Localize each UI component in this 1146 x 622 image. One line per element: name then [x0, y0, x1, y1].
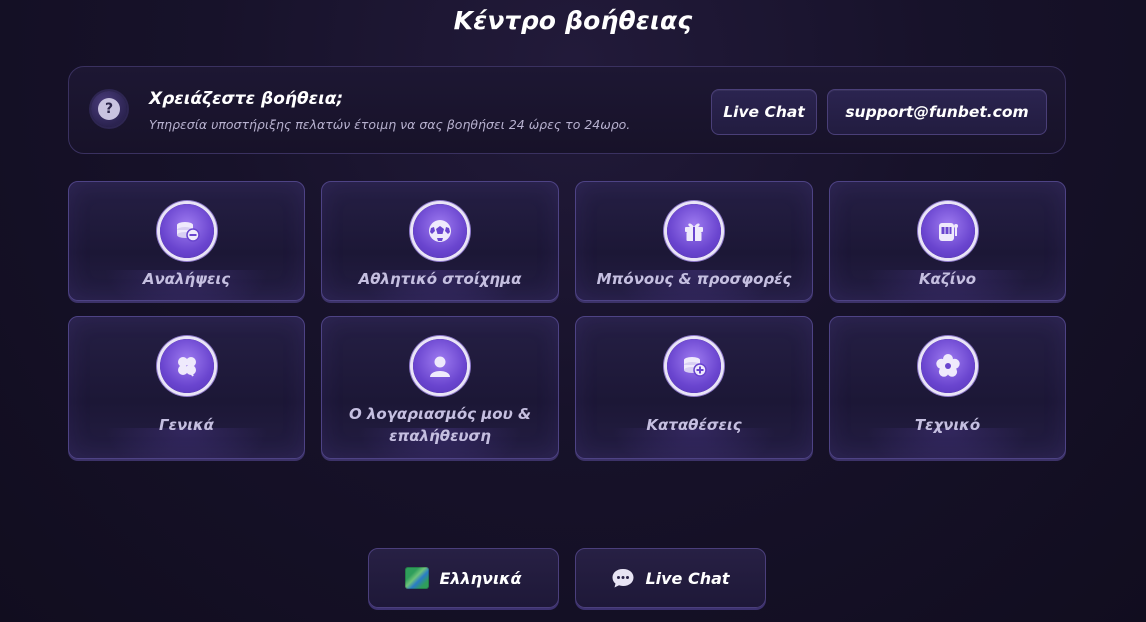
question-icon: ?: [91, 91, 127, 127]
language-button[interactable]: Ελληνικά: [368, 548, 559, 608]
category-label: Καταθέσεις: [646, 416, 742, 434]
category-casino[interactable]: Καζίνο: [829, 181, 1066, 301]
category-general[interactable]: Γενικά: [68, 316, 305, 459]
category-deposits[interactable]: Καταθέσεις: [575, 316, 813, 459]
page-title: Κέντρο βοήθειας: [453, 6, 693, 35]
support-email-button[interactable]: support@funbet.com: [827, 89, 1047, 135]
help-banner: ? Χρειάζεστε βοήθεια; Υπηρεσία υποστήριξ…: [68, 66, 1066, 154]
coins-minus-icon: [159, 204, 214, 258]
category-label: Μπόνους & προσφορές: [596, 270, 792, 288]
live-chat-label: Live Chat: [645, 568, 730, 588]
footer-live-chat-button[interactable]: Live Chat: [575, 548, 766, 608]
category-label: Αναλήψεις: [142, 270, 231, 288]
category-withdrawals[interactable]: Αναλήψεις: [68, 181, 305, 301]
category-account-verification[interactable]: Ο λογαριασμός μου & επαλήθευση: [321, 316, 559, 459]
football-icon: [413, 204, 467, 258]
gift-icon: [667, 204, 721, 258]
coins-plus-icon: [667, 339, 721, 393]
user-icon: [413, 339, 467, 393]
category-label: Τεχνικό: [914, 416, 981, 434]
category-technical[interactable]: Τεχνικό: [829, 316, 1066, 459]
category-label: Ο λογαριασμός μου & επαλήθευση: [348, 405, 532, 445]
chat-bubble-icon: [611, 567, 635, 589]
gear-icon: [920, 339, 975, 393]
category-bonus-offers[interactable]: Μπόνους & προσφορές: [575, 181, 813, 301]
category-label: Γενικά: [159, 416, 214, 434]
globe-flag-icon: [405, 567, 430, 589]
category-sports-betting[interactable]: Αθλητικό στοίχημα: [321, 181, 559, 301]
help-subtitle: Υπηρεσία υποστήριξης πελατών έτοιμη να σ…: [149, 117, 631, 132]
clover-icon: [159, 339, 214, 393]
category-label: Καζίνο: [918, 270, 977, 288]
language-label: Ελληνικά: [439, 568, 522, 588]
category-label: Αθλητικό στοίχημα: [358, 270, 522, 288]
slot-machine-icon: [920, 204, 975, 258]
live-chat-button[interactable]: Live Chat: [711, 89, 817, 135]
help-title: Χρειάζεστε βοήθεια;: [149, 89, 344, 109]
